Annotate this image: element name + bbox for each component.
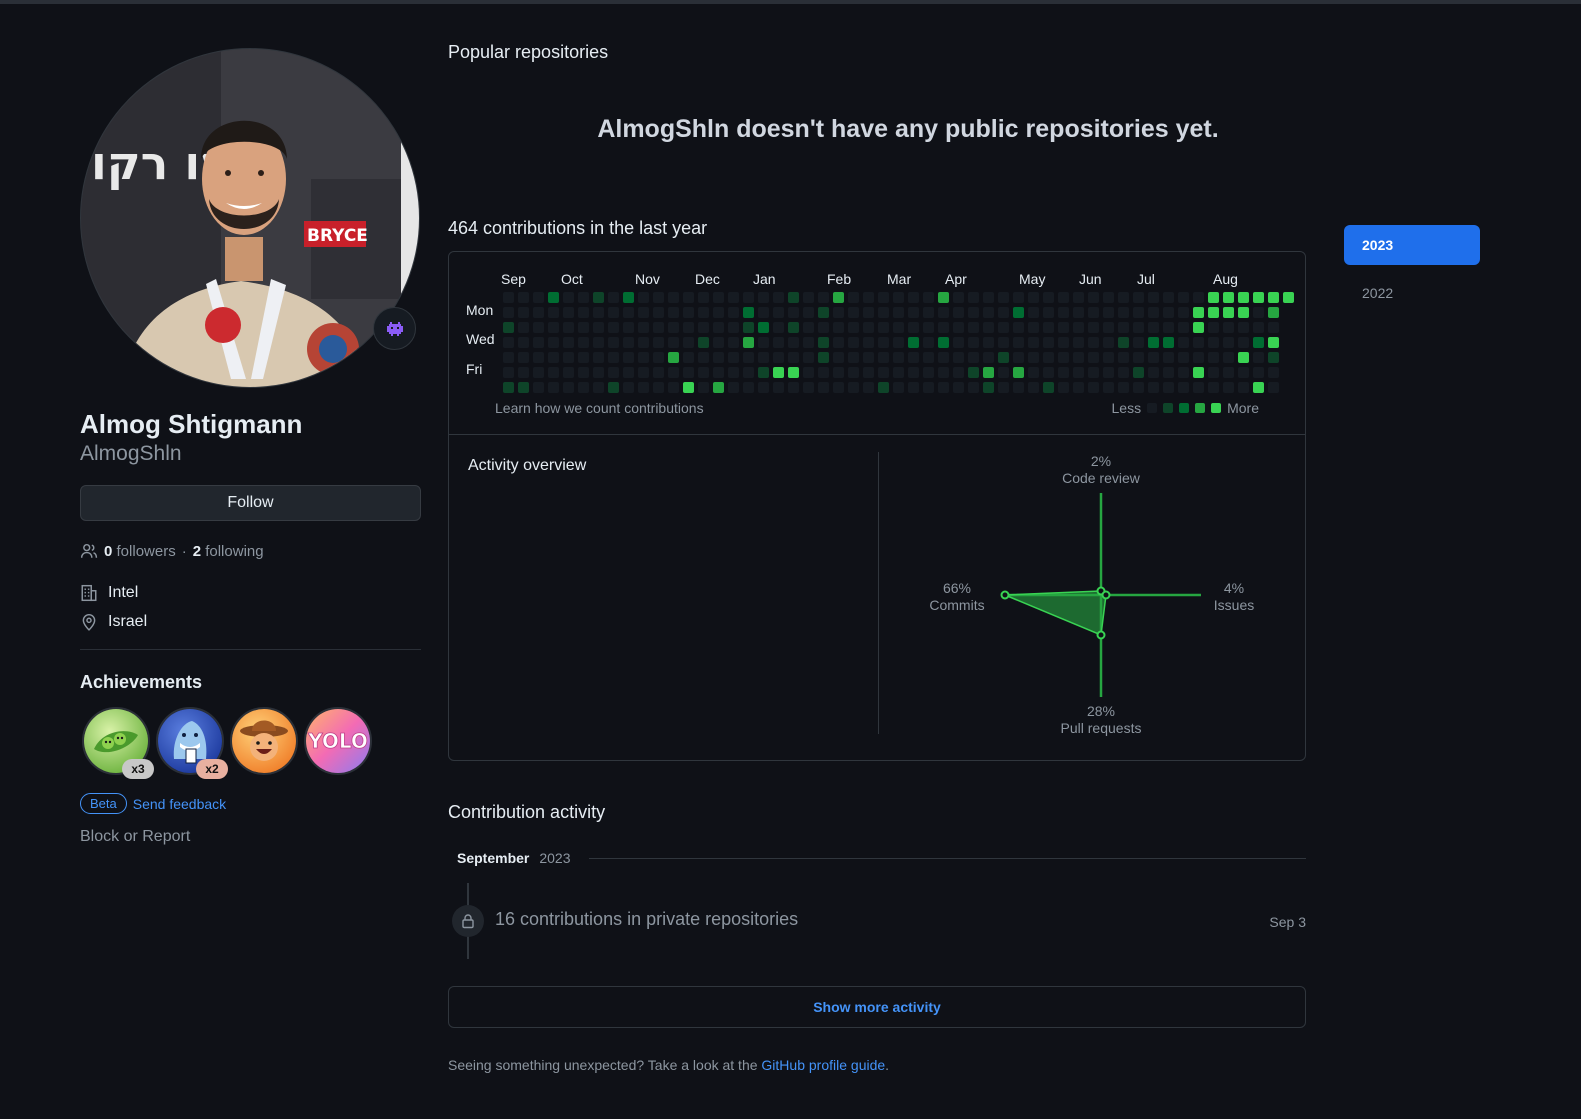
popular-repos-title: Popular repositories xyxy=(448,42,609,62)
followers-link[interactable]: 0 followers xyxy=(104,543,176,560)
status-alien-icon[interactable] xyxy=(373,307,416,350)
achievement-yolo[interactable]: YOLO xyxy=(304,707,372,775)
contribution-calendar: Sep Oct Nov Dec Jan Feb Mar Apr May Jun Jul Aug Mon W… xyxy=(448,251,1306,761)
contribution-activity-title: Contribution activity xyxy=(448,802,606,822)
pull-requests-pct: 28% xyxy=(1087,703,1115,719)
location-text: Israel xyxy=(108,613,148,630)
activity-month-header: September 2023 xyxy=(457,850,1306,866)
month-divider xyxy=(588,857,1306,859)
company-row: Intel xyxy=(80,584,421,602)
location-icon xyxy=(82,614,96,631)
radar-point-pull-requests xyxy=(1096,630,1106,640)
sidebar-divider xyxy=(80,649,421,650)
avatar-sign-text: BRYCE xyxy=(307,226,368,246)
following-count: 2 xyxy=(192,542,202,560)
guide-prefix: Seeing something unexpected? Take a look… xyxy=(448,1057,758,1073)
following-link[interactable]: 2 following xyxy=(193,543,264,560)
activity-year: 2023 xyxy=(539,850,571,866)
location-row: Israel xyxy=(80,613,421,631)
year-2022-button[interactable]: 2022 xyxy=(1344,273,1480,313)
code-review-label: Code review xyxy=(1062,470,1141,486)
profile-sidebar: עו רקו BRYCE Almog Shtigmann AlmogShln F… xyxy=(80,48,421,846)
activity-radar-chart: 2% Code review 66% Commits 4% Issues 28%… xyxy=(929,453,1254,736)
issues-label: Issues xyxy=(1214,597,1254,613)
profile-guide-note: Seeing something unexpected? Take a look… xyxy=(448,1057,889,1073)
company-text: Intel xyxy=(108,584,139,601)
private-contributions-date: Sep 3 xyxy=(1269,914,1306,930)
achievement-count: x2 xyxy=(196,759,228,779)
achievements-title[interactable]: Achievements xyxy=(80,672,421,693)
follow-separator: · xyxy=(181,542,187,560)
avatar-container: עו רקו BRYCE xyxy=(80,48,420,388)
yolo-icon: YOLO xyxy=(306,709,370,773)
achievements-badges: x3 x2 YOLO xyxy=(80,707,421,779)
follow-button[interactable]: Follow xyxy=(80,485,421,521)
radar-shape xyxy=(1004,590,1107,637)
achievement-count: x3 xyxy=(122,759,154,779)
alien-monster-icon xyxy=(386,321,403,336)
followers-row: 0 followers · 2 following xyxy=(80,542,421,560)
profile-full-name: Almog Shtigmann xyxy=(80,409,303,439)
lock-badge xyxy=(452,905,484,937)
code-review-pct: 2% xyxy=(1091,453,1111,469)
cowboy-icon xyxy=(232,709,296,773)
achievement-pair-extraordinaire[interactable]: x3 xyxy=(82,707,154,779)
issues-pct: 4% xyxy=(1224,580,1244,596)
private-contributions-text: 16 contributions in private repositories xyxy=(495,909,799,929)
profile-details: Intel Israel xyxy=(80,584,421,631)
organization-icon xyxy=(81,584,97,602)
radar-point-commits xyxy=(1000,590,1010,600)
guide-suffix: . xyxy=(885,1057,890,1073)
avatar-photo: עו רקו BRYCE xyxy=(81,49,419,387)
profile-main: Popular repositories AlmogShln doesn't h… xyxy=(448,42,1306,761)
people-icon xyxy=(80,543,98,558)
block-report-link[interactable]: Block or Report xyxy=(80,828,421,846)
followers-count: 0 xyxy=(104,542,113,560)
contributions-title: 464 contributions in the last year xyxy=(448,218,708,238)
commits-pct: 66% xyxy=(943,580,971,596)
achievement-yolo-cowboy[interactable] xyxy=(230,707,298,775)
top-border xyxy=(0,0,1581,4)
send-feedback-link[interactable]: Send feedback xyxy=(133,796,226,812)
pull-requests-label: Pull requests xyxy=(1061,720,1142,736)
beta-label: Beta xyxy=(80,793,127,814)
no-repos-message: AlmogShln doesn't have any public reposi… xyxy=(597,115,1219,143)
commits-label: Commits xyxy=(929,597,984,613)
feedback-row: Beta Send feedback xyxy=(80,793,421,814)
followers-label: followers xyxy=(116,542,176,560)
following-label: following xyxy=(205,542,264,560)
year-selector: 2023 2022 xyxy=(1344,225,1480,313)
year-2023-button[interactable]: 2023 xyxy=(1344,225,1480,265)
radar-point-issues xyxy=(1101,590,1111,600)
avatar[interactable]: עו רקו BRYCE xyxy=(80,48,420,388)
profile-guide-link[interactable]: GitHub profile guide xyxy=(761,1057,885,1073)
achievement-quickdraw[interactable]: x2 xyxy=(156,707,228,779)
activity-month: September xyxy=(457,850,530,866)
profile-username: AlmogShln xyxy=(80,442,182,465)
lock-icon xyxy=(462,914,474,929)
yolo-badge-text: YOLO xyxy=(307,729,368,753)
show-more-activity-button[interactable]: Show more activity xyxy=(448,986,1306,1028)
